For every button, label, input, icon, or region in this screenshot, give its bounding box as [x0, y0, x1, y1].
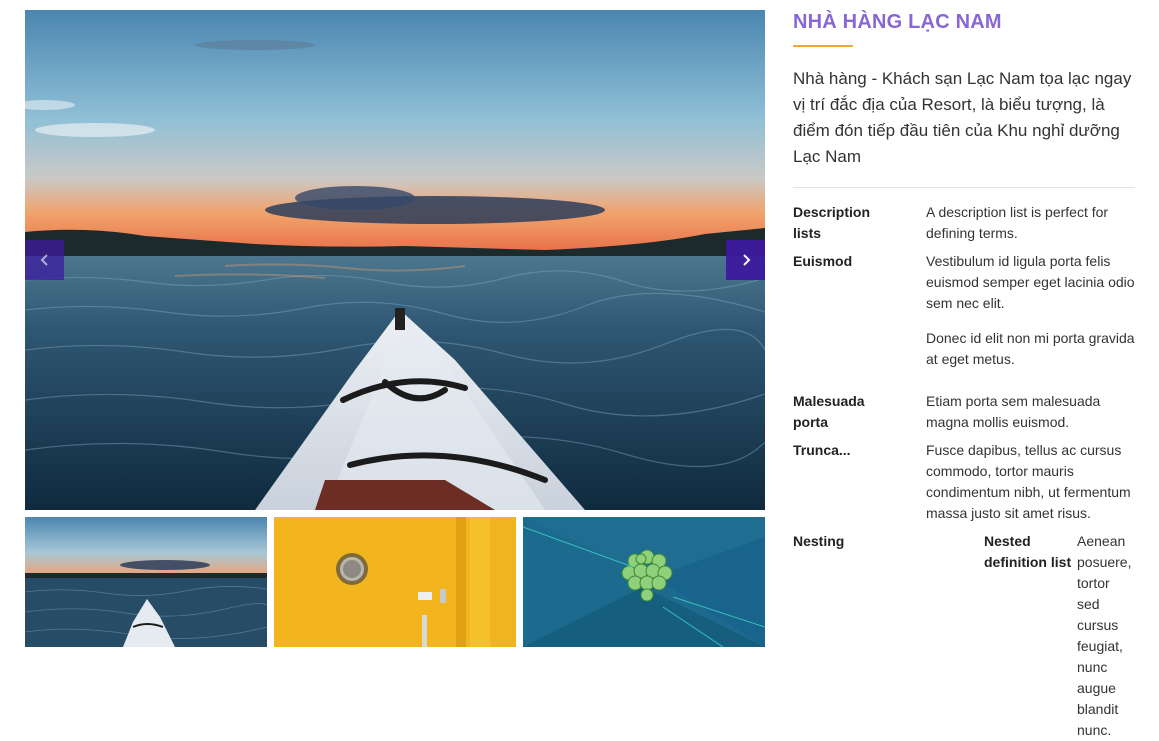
chevron-left-icon [40, 254, 48, 266]
divider [793, 187, 1135, 188]
nested-definition-list [926, 531, 984, 741]
definition-row: Trunca... Fusce dapibus, tellus ac cursu… [793, 440, 1135, 524]
definition-row: Description lists A description list is … [793, 202, 1135, 244]
intro-text: Nhà hàng - Khách sạn Lạc Nam tọa lạc nga… [793, 69, 1132, 166]
definition-desc-text: A description list is perfect for defini… [926, 204, 1109, 241]
main-gallery-image[interactable] [25, 10, 765, 510]
definition-row: Euismod Vestibulum id ligula porta felis… [793, 251, 1135, 370]
definition-term: Euismod [793, 253, 853, 269]
definition-desc-text: Etiam porta sem malesuada magna mollis e… [926, 393, 1101, 430]
page-title: NHÀ HÀNG LẠC NAM [793, 11, 1002, 33]
nested-definition-desc: Aenean posuere, tortor sed cursus feugia… [1077, 533, 1132, 738]
gallery-thumbnail-kayak[interactable] [25, 517, 267, 647]
definition-desc: A description list is perfect for defini… [926, 202, 1135, 244]
definition-term: Malesuada porta [793, 393, 865, 430]
definition-desc: Etiam porta sem malesuada magna mollis e… [926, 391, 1135, 433]
definition-term: Description lists [793, 204, 871, 241]
definition-desc: Fusce dapibus, tellus ac cursus commodo,… [926, 440, 1135, 524]
gallery-prev-button[interactable] [25, 240, 64, 280]
definition-desc-text: Fusce dapibus, tellus ac cursus commodo,… [926, 442, 1131, 521]
description-list: Description lists A description list is … [793, 202, 1135, 741]
definition-term: Trunca... [793, 442, 851, 458]
gallery-next-button[interactable] [726, 240, 765, 280]
definition-desc-text: Vestibulum id ligula porta felis euismod… [926, 253, 1135, 311]
gallery-thumbnail-green-flowers[interactable] [523, 517, 765, 647]
definition-term: Nesting [793, 533, 845, 549]
restaurant-info: NHÀ HÀNG LẠC NAM Nhà hàng - Khách sạn Lạ… [793, 0, 1135, 741]
chevron-right-icon [742, 254, 750, 266]
nested-definition-term: Nested definition list [984, 533, 1072, 570]
definition-desc-text: Donec id elit non mi porta gravida at eg… [926, 330, 1135, 367]
title-accent-bar [793, 45, 853, 47]
definition-row: Malesuada porta Etiam porta sem malesuad… [793, 391, 1135, 433]
definition-row: Nesting Nested definition list Aenean po… [793, 531, 1135, 741]
definition-desc: Vestibulum id ligula porta felis euismod… [926, 251, 1135, 370]
gallery-thumbnail-yellow-door[interactable] [274, 517, 516, 647]
